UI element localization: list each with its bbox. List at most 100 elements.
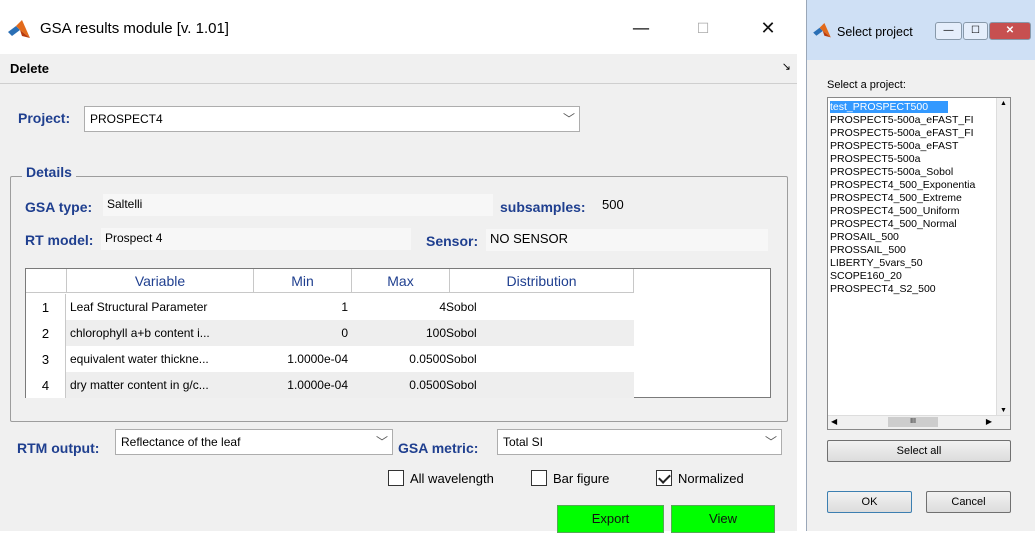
cancel-button[interactable]: Cancel: [926, 491, 1011, 513]
scroll-up-icon[interactable]: ▲: [1000, 100, 1007, 107]
cell-max[interactable]: 4: [352, 294, 446, 320]
row-number: 1: [26, 294, 66, 320]
menu-bar: Delete ↘: [0, 54, 797, 84]
select-window-title: Select project: [837, 25, 913, 39]
checkbox-box[interactable]: [531, 470, 547, 486]
list-item[interactable]: PROSPECT5-500a_Sobol: [830, 166, 953, 178]
cell-distribution[interactable]: Sobol: [446, 346, 566, 372]
select-prompt: Select a project:: [827, 79, 906, 91]
table-row[interactable]: 4 dry matter content in g/c... 1.0000e-0…: [26, 372, 634, 398]
list-item[interactable]: PROSPECT4_S2_500: [830, 283, 936, 295]
table-row[interactable]: 2 chlorophyll a+b content i... 0 100 Sob…: [26, 320, 634, 346]
list-item[interactable]: PROSPECT4_500_Normal: [830, 218, 957, 230]
gsa-metric-label: GSA metric:: [398, 440, 479, 456]
list-item[interactable]: test_PROSPECT500: [830, 101, 949, 113]
project-dropdown[interactable]: PROSPECT4 ﹀: [84, 106, 580, 132]
select-all-button[interactable]: Select all: [827, 440, 1011, 462]
vertical-scrollbar[interactable]: ▲ ▼: [996, 98, 1010, 416]
subsamples-value: 500: [602, 197, 624, 212]
list-item[interactable]: PROSPECT4_500_Extreme: [830, 192, 962, 204]
rtm-output-label: RTM output:: [17, 440, 100, 456]
rtm-output-value: Reflectance of the leaf: [121, 435, 241, 449]
header-variable[interactable]: Variable: [67, 269, 254, 293]
header-max[interactable]: Max: [352, 269, 450, 293]
chevron-down-icon: ﹀: [562, 112, 575, 126]
chevron-down-icon: ﹀: [764, 435, 777, 449]
cell-variable[interactable]: dry matter content in g/c...: [70, 372, 254, 398]
title-bar: GSA results module [v. 1.01] — ☐ ✕: [0, 0, 797, 54]
checkbox-label: Normalized: [678, 470, 744, 486]
horizontal-scrollbar[interactable]: ◀ III ▶: [828, 415, 1010, 429]
cell-variable[interactable]: chlorophyll a+b content i...: [70, 320, 254, 346]
checkbox-label: Bar figure: [553, 470, 610, 486]
all-wavelength-checkbox[interactable]: All wavelength: [388, 470, 494, 486]
list-item[interactable]: PROSSAIL_500: [830, 244, 906, 256]
normalized-checkbox[interactable]: Normalized: [656, 470, 744, 486]
table-row[interactable]: 1 Leaf Structural Parameter 1 4 Sobol: [26, 294, 634, 320]
view-button[interactable]: View: [671, 505, 775, 533]
list-item[interactable]: PROSPECT5-500a_eFAST_FI: [830, 114, 974, 126]
list-item[interactable]: PROSPECT4_500_Exponentia: [830, 179, 975, 191]
list-item[interactable]: LIBERTY_5vars_50: [830, 257, 923, 269]
table-row[interactable]: 3 equivalent water thickne... 1.0000e-04…: [26, 346, 634, 372]
cell-variable[interactable]: equivalent water thickne...: [70, 346, 254, 372]
maximize-button[interactable]: ☐: [963, 22, 988, 40]
table-corner: [26, 269, 67, 293]
cell-max[interactable]: 100: [352, 320, 446, 346]
gsa-metric-dropdown[interactable]: Total SI ﹀: [497, 429, 782, 455]
list-item[interactable]: PROSPECT5-500a_eFAST: [830, 140, 958, 152]
list-item[interactable]: PROSAIL_500: [830, 231, 899, 243]
project-label: Project:: [18, 110, 71, 126]
cell-max[interactable]: 0.0500: [352, 372, 446, 398]
window-title: GSA results module [v. 1.01]: [40, 20, 229, 37]
chevron-down-icon: ﹀: [375, 435, 388, 449]
scroll-thumb[interactable]: III: [888, 417, 938, 427]
cell-min[interactable]: 1: [254, 294, 348, 320]
list-item[interactable]: PROSPECT4_500_Uniform: [830, 205, 960, 217]
scroll-down-icon[interactable]: ▼: [1000, 407, 1007, 414]
rtm-output-dropdown[interactable]: Reflectance of the leaf ﹀: [115, 429, 393, 455]
minimize-button[interactable]: —: [618, 14, 664, 44]
scroll-left-icon[interactable]: ◀: [831, 417, 837, 426]
row-number: 3: [26, 346, 66, 372]
gsa-type-value: Saltelli: [103, 194, 493, 216]
project-listbox[interactable]: test_PROSPECT500 PROSPECT5-500a_eFAST_FI…: [827, 97, 1011, 430]
list-item[interactable]: PROSPECT5-500a_eFAST_FI: [830, 127, 974, 139]
row-number: 4: [26, 372, 66, 398]
header-distribution[interactable]: Distribution: [450, 269, 634, 293]
maximize-button[interactable]: ☐: [680, 14, 726, 44]
rt-model-value: Prospect 4: [101, 228, 411, 250]
variables-table[interactable]: Variable Min Max Distribution 1 Leaf Str…: [25, 268, 771, 398]
cell-min[interactable]: 1.0000e-04: [254, 346, 348, 372]
list-item[interactable]: PROSPECT5-500a: [830, 153, 920, 165]
menu-delete[interactable]: Delete: [10, 61, 49, 76]
bar-figure-checkbox[interactable]: Bar figure: [531, 470, 609, 486]
cell-variable[interactable]: Leaf Structural Parameter: [70, 294, 254, 320]
rt-model-label: RT model:: [25, 232, 94, 248]
checkbox-box[interactable]: [388, 470, 404, 486]
export-button[interactable]: Export: [557, 505, 664, 533]
list-item[interactable]: SCOPE160_20: [830, 270, 902, 282]
scroll-right-icon[interactable]: ▶: [986, 417, 992, 426]
gsa-results-window: GSA results module [v. 1.01] — ☐ ✕ Delet…: [0, 0, 797, 533]
cell-min[interactable]: 1.0000e-04: [254, 372, 348, 398]
select-title-bar: Select project — ☐ ✕: [807, 0, 1035, 60]
ok-button[interactable]: OK: [827, 491, 912, 513]
cell-max[interactable]: 0.0500: [352, 346, 446, 372]
checkbox-box[interactable]: [656, 470, 672, 486]
matlab-logo-icon: [8, 20, 30, 38]
gsa-metric-value: Total SI: [503, 435, 544, 449]
minimize-button[interactable]: —: [935, 22, 962, 40]
dock-arrow-icon[interactable]: ↘: [782, 60, 791, 73]
matlab-logo-icon: [813, 23, 831, 38]
cell-distribution[interactable]: Sobol: [446, 294, 566, 320]
header-min[interactable]: Min: [254, 269, 352, 293]
cell-distribution[interactable]: Sobol: [446, 320, 566, 346]
close-button[interactable]: ✕: [745, 14, 791, 44]
sensor-label: Sensor:: [426, 233, 479, 249]
details-title: Details: [22, 164, 76, 180]
cell-distribution[interactable]: Sobol: [446, 372, 566, 398]
close-button[interactable]: ✕: [989, 22, 1031, 40]
cell-min[interactable]: 0: [254, 320, 348, 346]
select-project-window: Select project — ☐ ✕ Select a project: t…: [806, 0, 1035, 531]
